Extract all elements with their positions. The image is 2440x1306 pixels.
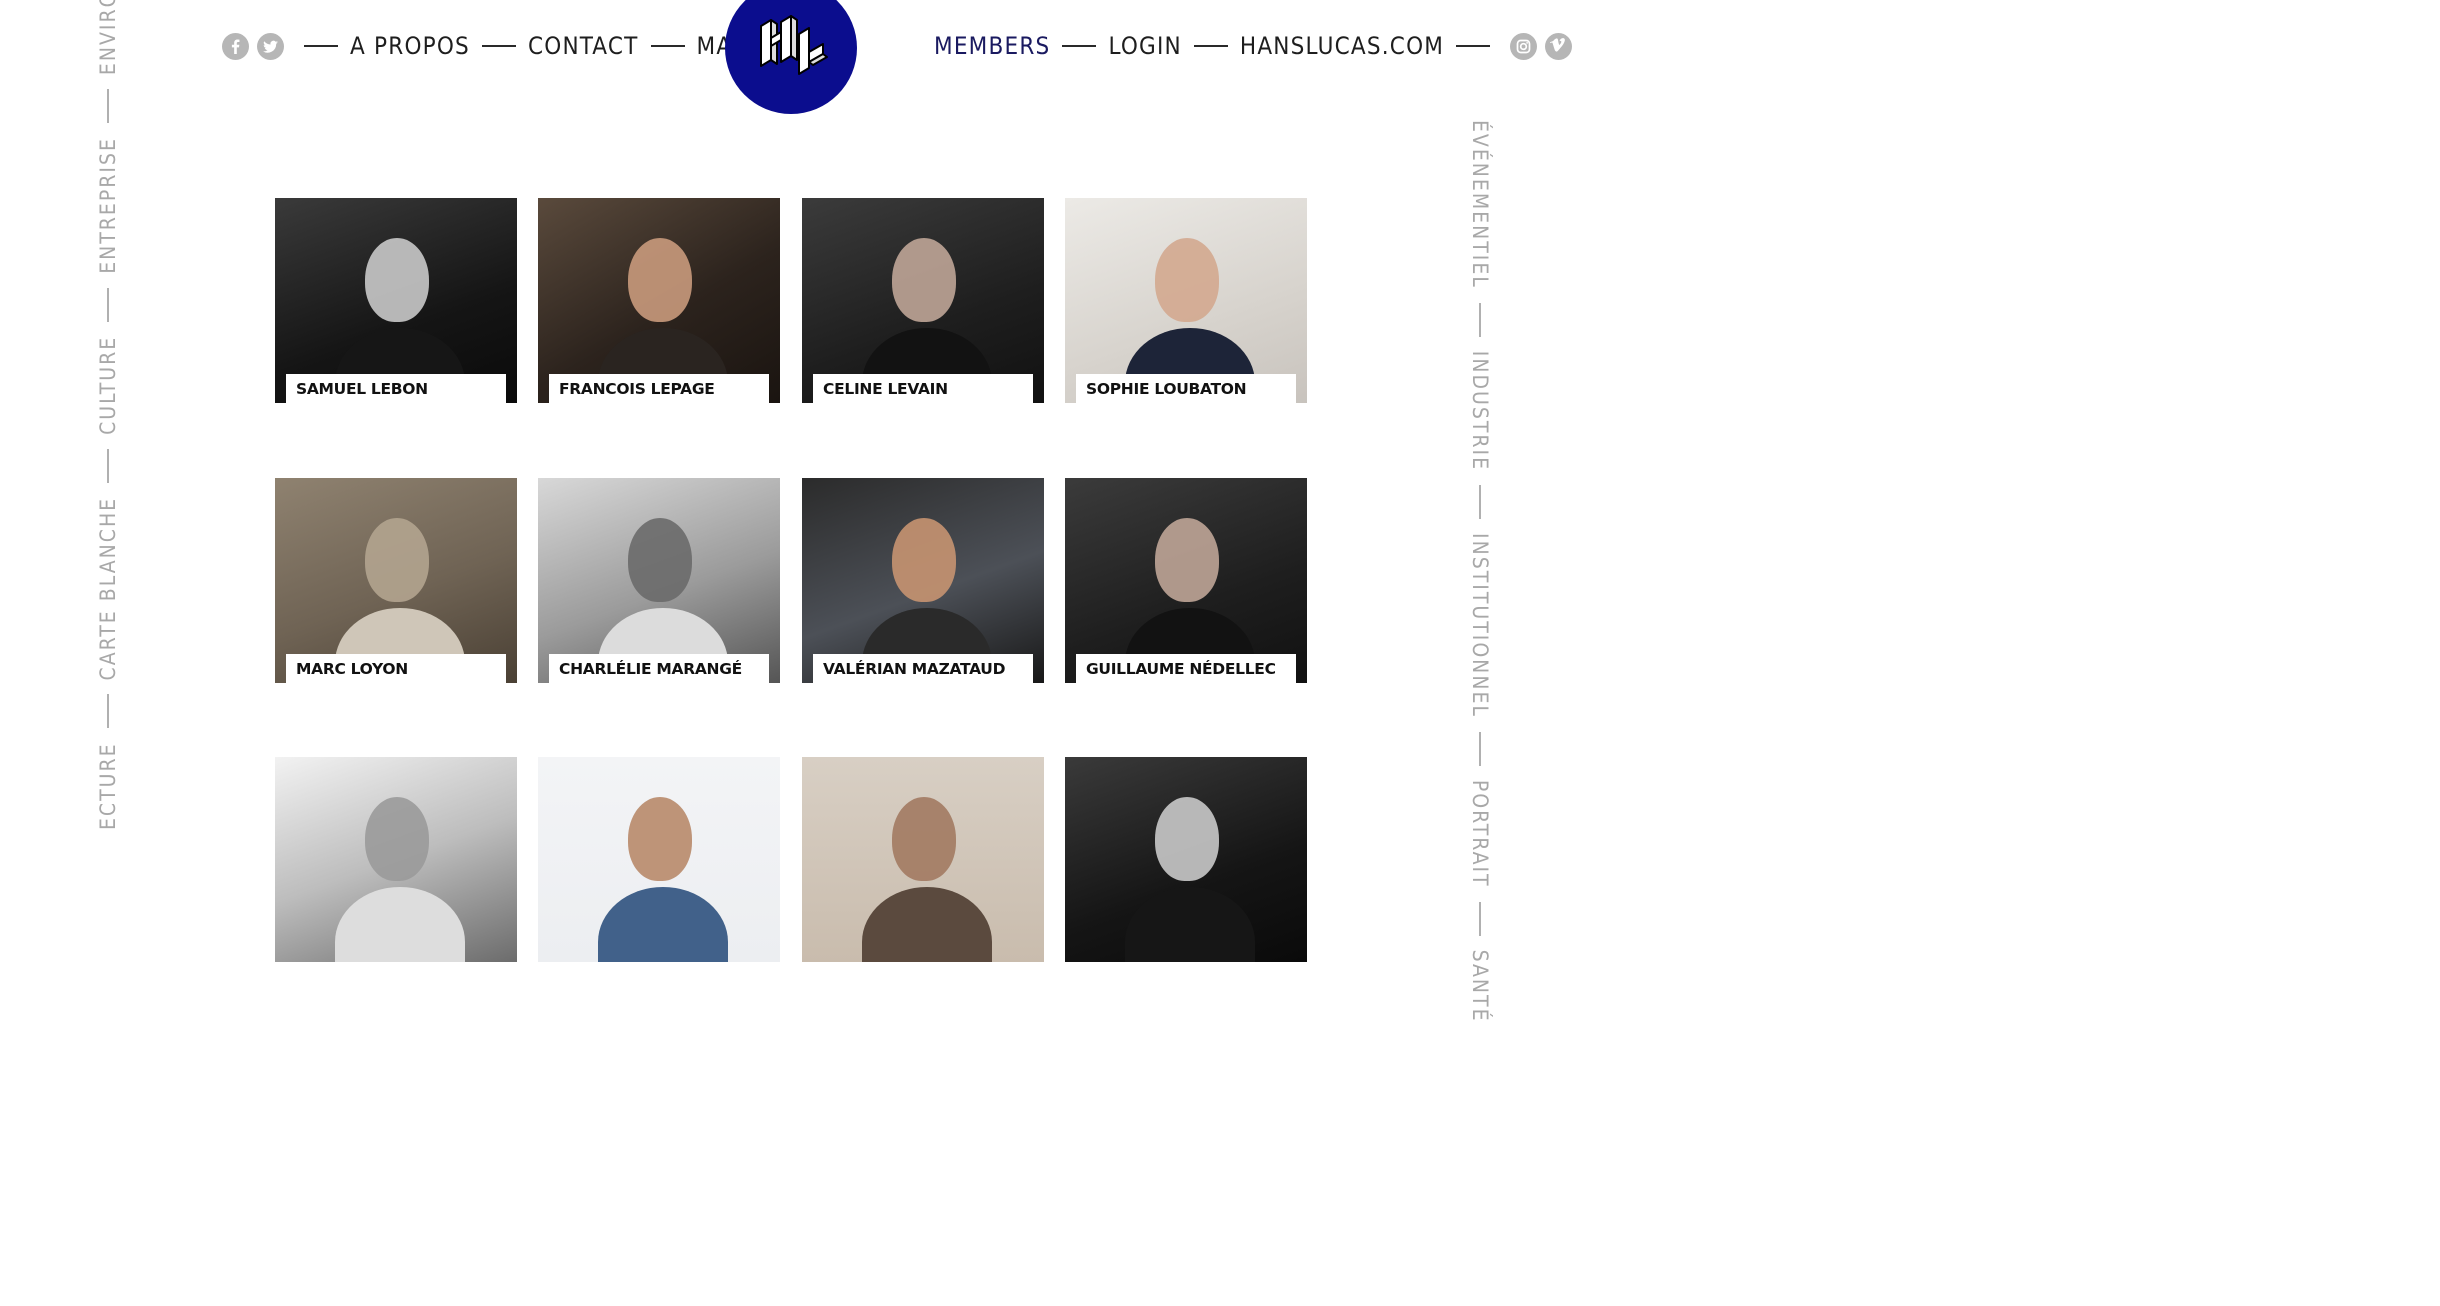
member-photo [802,478,1044,683]
category-divider [1479,302,1481,337]
member-photo-face [365,518,429,602]
member-photo-body [1125,887,1255,962]
member-photo [538,198,780,403]
member-photo-face [1155,797,1219,881]
member-photo [1065,757,1307,962]
vimeo-icon[interactable] [1545,32,1573,60]
category-divider [1479,901,1481,936]
member-photo [538,478,780,683]
member-name: FRANCOIS LEPAGE [549,374,769,403]
category-evenementiel[interactable]: ÉVÉNEMENTIEL [1468,120,1492,289]
member-photo [1065,198,1307,403]
member-photo-face [1155,238,1219,322]
category-divider [107,694,109,729]
member-card[interactable]: CHARLÉLIE MARANGÉ [538,478,780,683]
member-name: GUILLAUME NÉDELLEC [1076,654,1296,683]
member-photo-face [892,238,956,322]
member-name: CHARLÉLIE MARANGÉ [549,654,769,683]
member-photo [1065,478,1307,683]
category-institutionnel[interactable]: INSTITUTIONNEL [1468,533,1492,718]
member-photo-face [1155,518,1219,602]
member-photo-face [892,518,956,602]
member-name: VALÉRIAN MAZATAUD [813,654,1033,683]
category-portrait[interactable]: PORTRAIT [1468,780,1492,888]
nav-divider [650,45,685,47]
member-photo-face [628,518,692,602]
member-photo-face [628,797,692,881]
member-card[interactable] [802,757,1044,962]
member-photo-body [335,887,465,962]
member-card[interactable]: CELINE LEVAIN [802,198,1044,403]
member-card[interactable]: GUILLAUME NÉDELLEC [1065,478,1307,683]
nav-link-a-propos[interactable]: A PROPOS [350,32,470,60]
member-photo-face [365,797,429,881]
member-name: CELINE LEVAIN [813,374,1033,403]
nav-link-login[interactable]: LOGIN [1108,32,1181,60]
nav-divider [1062,45,1097,47]
member-photo-face [892,797,956,881]
category-environnement[interactable]: ENVIRONNEMENT [96,0,120,75]
hl-logo-mark [760,15,828,75]
member-photo-face [365,238,429,322]
nav-divider [1456,45,1491,47]
member-card[interactable]: MARC LOYON [275,478,517,683]
top-nav-left: A PROPOS CONTACT MAP [222,28,747,64]
member-photo [802,757,1044,962]
category-menu-left: ECTURE CARTE BLANCHE CULTURE ENTREPRISE … [96,0,120,830]
member-photo-body [862,887,992,962]
member-card[interactable] [538,757,780,962]
member-name: SOPHIE LOUBATON [1076,374,1296,403]
member-card[interactable] [1065,757,1307,962]
member-photo [275,198,517,403]
nav-link-hanslucas[interactable]: HANSLUCAS.COM [1240,32,1444,60]
hans-lucas-logo[interactable] [725,0,857,114]
nav-divider [1193,45,1228,47]
nav-divider [481,45,516,47]
member-card[interactable]: SOPHIE LOUBATON [1065,198,1307,403]
member-photo [538,757,780,962]
member-photo [275,757,517,962]
category-menu-right: ÉVÉNEMENTIEL INDUSTRIE INSTITUTIONNEL PO… [1468,120,1492,1023]
twitter-icon[interactable] [257,32,284,60]
category-carte-blanche[interactable]: CARTE BLANCHE [96,497,120,681]
member-card[interactable]: SAMUEL LEBON [275,198,517,403]
nav-link-contact[interactable]: CONTACT [528,32,639,60]
category-divider [1479,731,1481,766]
member-card[interactable]: FRANCOIS LEPAGE [538,198,780,403]
top-nav-right: MEMBERS LOGIN HANSLUCAS.COM [934,28,1573,64]
member-photo [275,478,517,683]
member-card[interactable] [275,757,517,962]
instagram-icon[interactable] [1510,32,1538,60]
category-divider [107,89,109,124]
nav-link-members[interactable]: MEMBERS [934,32,1050,60]
facebook-icon[interactable] [222,32,249,60]
category-entreprise[interactable]: ENTREPRISE [96,137,120,274]
member-photo-body [598,887,728,962]
category-sante[interactable]: SANTÉ [1468,950,1492,1023]
member-card[interactable]: VALÉRIAN MAZATAUD [802,478,1044,683]
category-divider [1479,485,1481,520]
category-architecture[interactable]: ECTURE [96,742,120,830]
category-culture[interactable]: CULTURE [96,336,120,435]
member-photo-face [628,238,692,322]
category-divider [107,448,109,483]
member-name: SAMUEL LEBON [286,374,506,403]
category-divider [107,287,109,322]
nav-divider [304,45,338,47]
member-photo [802,198,1044,403]
member-name: MARC LOYON [286,654,506,683]
category-industrie[interactable]: INDUSTRIE [1468,351,1492,471]
